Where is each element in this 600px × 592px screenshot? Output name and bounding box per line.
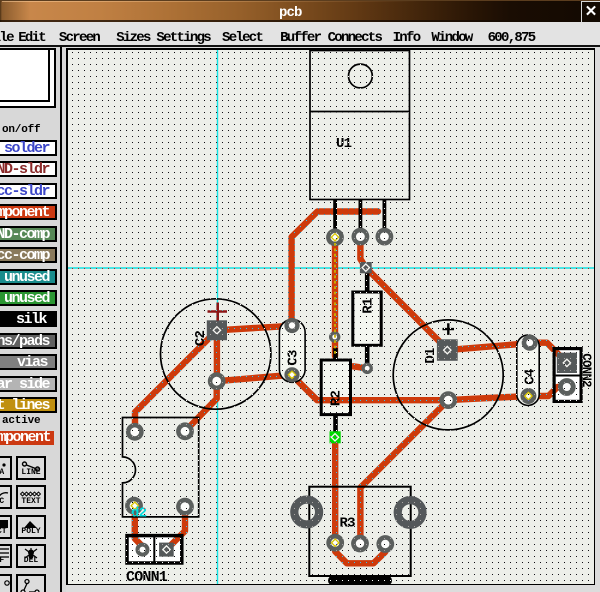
svg-text:R2: R2 [329,391,345,407]
svg-text:C3: C3 [286,350,302,366]
svg-text:C4: C4 [523,369,539,385]
svg-text:CONN2: CONN2 [579,353,593,387]
svg-text:D1: D1 [423,348,439,364]
svg-text:R1: R1 [361,298,377,314]
svg-text:d2: d2 [131,506,147,522]
svg-text:C2: C2 [193,331,209,347]
svg-text:CONN1: CONN1 [126,569,168,586]
svg-text:R3: R3 [340,516,356,532]
svg-text:U1: U1 [336,136,352,152]
